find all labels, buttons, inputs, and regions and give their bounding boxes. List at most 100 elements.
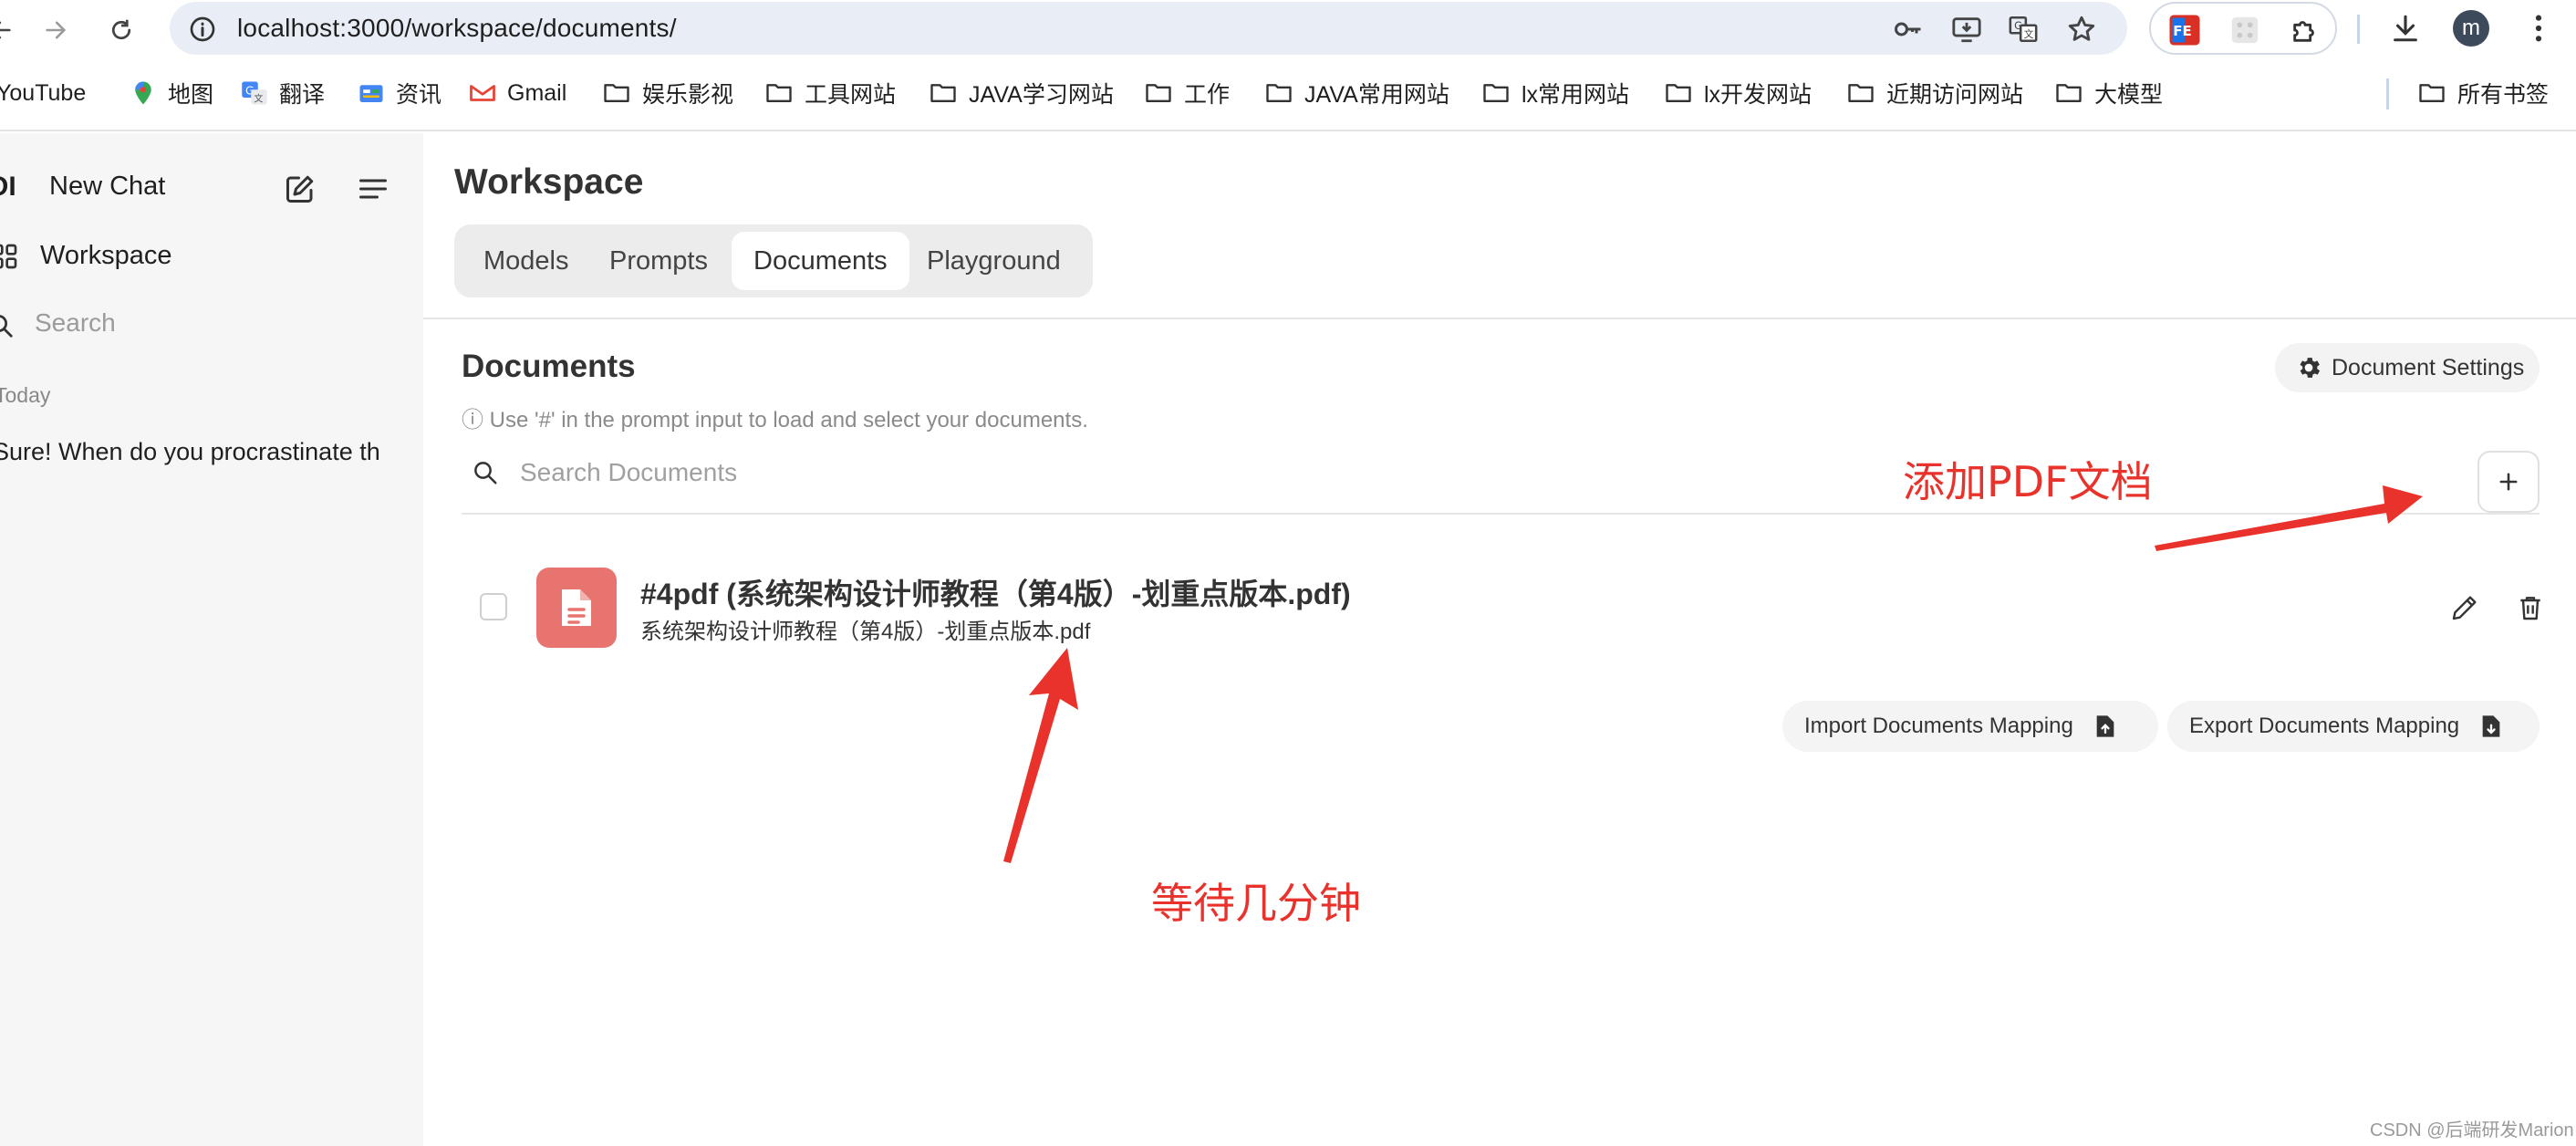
gmail-icon (470, 85, 495, 101)
svg-text:文: 文 (254, 92, 263, 104)
file-upload-icon (2093, 714, 2117, 739)
bookmark-folder[interactable]: 工作 (1144, 75, 1230, 111)
document-row[interactable]: #4pdf (系统架构设计师教程（第4版）-划重点版本.pdf) 系统架构设计师… (462, 562, 2540, 653)
bookmark-label: 翻译 (279, 82, 326, 108)
bookmark-folder[interactable]: JAVA常用网站 (1264, 75, 1449, 111)
bookmark-folder[interactable]: lx常用网站 (1481, 75, 1629, 111)
folder-icon (2056, 84, 2082, 102)
sidebar-search-input[interactable]: Search (35, 308, 116, 338)
svg-text:文: 文 (2024, 28, 2034, 40)
import-documents-mapping-button[interactable]: Import Documents Mapping (1782, 701, 2158, 752)
app-logo[interactable]: OI (0, 172, 16, 203)
bookmark-youtube[interactable]: YouTube (0, 75, 86, 111)
search-documents-input[interactable] (520, 453, 2071, 493)
profile-initial: m (2453, 10, 2489, 47)
bookmark-maps[interactable]: 地图 (130, 75, 213, 111)
password-key-icon[interactable] (1888, 9, 1928, 49)
new-chat-button[interactable]: New Chat (49, 172, 165, 202)
svg-text:FE: FE (2173, 23, 2192, 39)
sidebar: OI New Chat Workspace Search Today Sure!… (0, 133, 423, 1146)
chat-section-today: Today (0, 383, 51, 407)
bookmark-folder[interactable]: JAVA学习网站 (929, 75, 1114, 111)
all-bookmarks[interactable]: 所有书签 (2417, 75, 2549, 111)
forward-icon[interactable] (33, 7, 78, 53)
folder-icon (1666, 84, 1691, 102)
bookmark-translate[interactable]: G文 翻译 (241, 75, 325, 111)
file-download-icon (2479, 714, 2503, 739)
document-settings-button[interactable]: Document Settings (2275, 343, 2540, 392)
bookmarks-separator (2386, 78, 2389, 109)
back-icon[interactable] (0, 7, 24, 53)
downloads-icon[interactable] (2384, 7, 2426, 49)
documents-heading: Documents (462, 349, 636, 384)
file-document-icon (536, 568, 617, 648)
bookmark-label: 娱乐影视 (642, 82, 734, 108)
documents-search-bar (462, 436, 2540, 515)
url-text[interactable]: localhost:3000/workspace/documents/ (237, 14, 677, 43)
watermark: CSDN @后端研发Marion (2370, 1120, 2574, 1141)
folder-icon (2419, 84, 2445, 102)
toolbar-separator (2357, 15, 2360, 44)
document-filename: 系统架构设计师教程（第4版）-划重点版本.pdf (640, 620, 1091, 644)
extensions-group: FE (2149, 2, 2337, 55)
grid-extension-icon[interactable] (2224, 9, 2266, 51)
bookmark-folder[interactable]: lx开发网站 (1664, 75, 1812, 111)
maps-icon (135, 81, 151, 105)
plus-icon (2499, 473, 2518, 491)
bookmark-label: JAVA常用网站 (1304, 82, 1449, 108)
tab-documents[interactable]: Documents (732, 232, 909, 290)
extensions-puzzle-icon[interactable] (2284, 9, 2326, 51)
export-documents-mapping-button[interactable]: Export Documents Mapping (2167, 701, 2540, 752)
tab-playground[interactable]: Playground (905, 232, 1083, 290)
bookmark-label: 大模型 (2094, 82, 2164, 108)
news-icon (359, 85, 383, 102)
document-settings-label: Document Settings (2332, 354, 2525, 380)
bookmark-label: 地图 (168, 82, 214, 108)
translate-icon: G文 (242, 81, 267, 105)
fe-extension-icon[interactable]: FE (2164, 9, 2206, 51)
page-title: Workspace (454, 162, 644, 202)
translate-page-icon[interactable]: G文 (2003, 9, 2043, 49)
folder-icon (1266, 84, 1292, 102)
import-label: Import Documents Mapping (1804, 714, 2073, 738)
bookmark-folder[interactable]: 工具网站 (764, 75, 896, 111)
folder-icon (1848, 84, 1874, 102)
sidebar-item-workspace[interactable]: Workspace (40, 241, 172, 271)
bookmark-label: Gmail (507, 79, 567, 106)
install-app-icon[interactable] (1947, 9, 1987, 49)
gear-icon (2300, 358, 2321, 378)
tab-prompts[interactable]: Prompts (587, 232, 730, 290)
search-icon (467, 454, 504, 491)
main-content: Workspace Models Prompts Documents Playg… (423, 133, 2576, 1146)
bookmark-label: 工作 (1184, 82, 1231, 108)
bookmark-news[interactable]: 资讯 (358, 75, 441, 111)
search-icon (0, 305, 22, 347)
browser-menu-icon[interactable] (2518, 7, 2560, 49)
folder-icon (604, 84, 629, 102)
bookmark-label: lx常用网站 (1522, 82, 1630, 108)
annotation-wait: 等待几分钟 (1151, 879, 1361, 928)
workspace-icon[interactable] (0, 235, 26, 277)
profile-avatar[interactable]: m (2450, 7, 2492, 49)
bookmark-folder[interactable]: 娱乐影视 (602, 75, 733, 111)
address-bar[interactable]: localhost:3000/workspace/documents/ G文 (170, 2, 2127, 55)
folder-icon (930, 84, 956, 102)
chat-history-item[interactable]: Sure! When do you procrastinate th (0, 438, 380, 466)
document-select-checkbox[interactable] (480, 593, 507, 620)
trash-icon[interactable] (2512, 589, 2549, 626)
bookmark-star-icon[interactable] (2062, 9, 2102, 49)
sidebar-menu-icon[interactable] (352, 168, 394, 210)
site-info-icon[interactable] (182, 9, 223, 49)
all-bookmarks-label: 所有书签 (2457, 82, 2550, 108)
workspace-tabs: Models Prompts Documents Playground (454, 224, 1093, 297)
reload-icon[interactable] (99, 7, 144, 53)
new-chat-edit-icon[interactable] (279, 168, 321, 210)
bookmark-folder[interactable]: 近期访问网站 (1846, 75, 2023, 111)
folder-icon (1483, 84, 1509, 102)
bookmark-folder[interactable]: 大模型 (2054, 75, 2163, 111)
edit-pencil-icon[interactable] (2446, 589, 2483, 626)
tab-models[interactable]: Models (462, 232, 591, 290)
bookmark-gmail[interactable]: Gmail (469, 75, 566, 111)
add-document-button[interactable] (2477, 451, 2540, 513)
bookmark-label: JAVA学习网站 (969, 82, 1114, 108)
